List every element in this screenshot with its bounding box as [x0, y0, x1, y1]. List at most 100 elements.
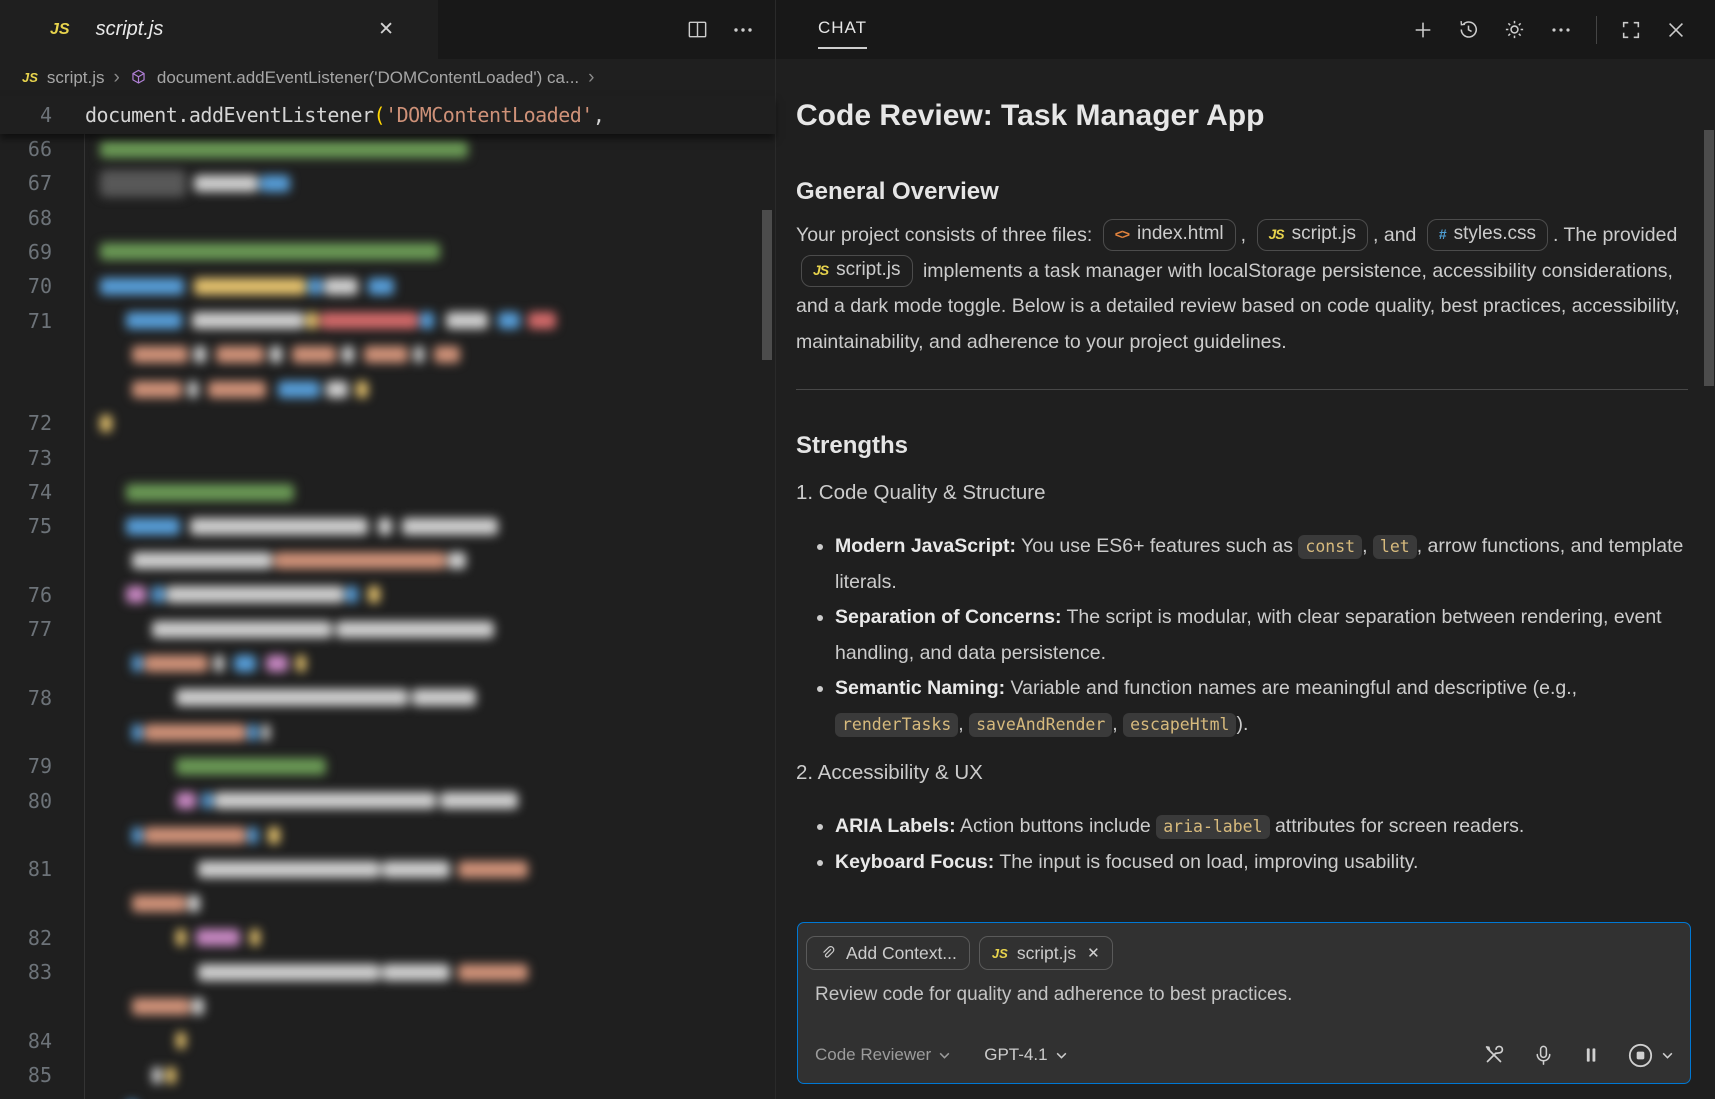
toolbar-divider	[1596, 16, 1597, 44]
inline-code: renderTasks	[835, 713, 958, 737]
md-list: Modern JavaScript: You use ES6+ features…	[796, 529, 1688, 742]
new-chat-icon[interactable]	[1412, 19, 1434, 41]
code-line	[0, 818, 775, 852]
add-context-button[interactable]: Add Context...	[806, 936, 970, 970]
gear-icon[interactable]	[1503, 18, 1526, 41]
close-tab-icon[interactable]: ✕	[378, 18, 394, 41]
js-file-icon: JS	[813, 256, 828, 284]
code-line: 85	[0, 1058, 775, 1092]
code-line: 71	[0, 304, 775, 338]
code-line: 78	[0, 681, 775, 715]
mic-icon[interactable]	[1532, 1044, 1555, 1067]
breadcrumb-file[interactable]: script.js	[47, 68, 105, 88]
code-line: 86	[0, 1092, 775, 1099]
code-line: 82	[0, 921, 775, 955]
md-list-item: Keyboard Focus: The input is focused on …	[835, 845, 1688, 881]
chat-panel-header: CHAT	[776, 0, 1715, 59]
html-file-icon: <>	[1115, 220, 1129, 248]
history-icon[interactable]	[1457, 18, 1480, 41]
code-line: 74	[0, 475, 775, 509]
mode-picker[interactable]: Code Reviewer	[815, 1045, 951, 1065]
file-chip-label: script.js	[1292, 220, 1356, 248]
sticky-scroll-line[interactable]: 4 document.addEventListener('DOMContentL…	[0, 96, 775, 134]
code-line: 76	[0, 578, 775, 612]
js-file-icon: JS	[50, 21, 70, 39]
code-line	[0, 990, 775, 1024]
breadcrumb: JS script.js › document.addEventListener…	[0, 59, 775, 96]
chat-input-text[interactable]: Review code for quality and adherence to…	[815, 984, 1292, 1006]
more-icon[interactable]	[1549, 18, 1573, 42]
code-line	[0, 887, 775, 921]
code-line: 73	[0, 441, 775, 475]
stop-button[interactable]	[1627, 1042, 1674, 1069]
md-heading: Code Review: Task Manager App	[796, 96, 1688, 136]
file-chip-script.js[interactable]: JS script.js	[801, 255, 913, 287]
code-line: 75	[0, 509, 775, 543]
chevron-down-icon	[938, 1049, 951, 1062]
stop-icon	[1627, 1042, 1654, 1069]
file-chip-label: index.html	[1137, 220, 1224, 248]
inline-code: escapeHtml	[1123, 713, 1236, 737]
close-panel-icon[interactable]	[1665, 19, 1687, 41]
model-picker[interactable]: GPT-4.1	[984, 1045, 1067, 1065]
code-line: 72	[0, 406, 775, 440]
context-row: Add Context... JS script.js ✕	[806, 936, 1113, 970]
sticky-code: document.addEventListener('DOMContentLoa…	[85, 103, 604, 127]
pause-icon[interactable]	[1581, 1045, 1601, 1065]
tab-chat[interactable]: CHAT	[818, 18, 867, 49]
css-file-icon: #	[1439, 220, 1446, 248]
code-line: 77	[0, 612, 775, 646]
file-chip-index.html[interactable]: <> index.html	[1103, 219, 1236, 251]
js-file-icon: JS	[992, 946, 1008, 961]
bold-text: Modern JavaScript:	[835, 535, 1016, 557]
js-file-icon: JS	[22, 70, 38, 85]
tools-icon[interactable]	[1482, 1043, 1506, 1067]
chat-input-box[interactable]: Add Context... JS script.js ✕ Review cod…	[797, 922, 1691, 1084]
code-line: 79	[0, 749, 775, 783]
bold-text: Separation of Concerns:	[835, 606, 1061, 628]
md-heading: General Overview	[796, 176, 1688, 208]
file-chip-label: script.js	[836, 256, 900, 284]
code-line: 69	[0, 235, 775, 269]
code-line: 81	[0, 852, 775, 886]
model-label: GPT-4.1	[984, 1045, 1047, 1065]
tab-script-js[interactable]: JS script.js ✕	[0, 0, 438, 59]
split-editor-icon[interactable]	[686, 18, 709, 41]
sticky-line-number: 4	[0, 103, 52, 127]
code-line: 84	[0, 1024, 775, 1058]
input-bottom-bar: Code Reviewer GPT-4.1	[815, 1040, 1674, 1070]
maximize-panel-icon[interactable]	[1620, 19, 1642, 41]
inline-code: const	[1298, 535, 1362, 559]
remove-attachment-icon[interactable]: ✕	[1087, 944, 1100, 962]
md-list-item: Modern JavaScript: You use ES6+ features…	[835, 529, 1688, 600]
breadcrumb-separator-icon: ›	[114, 69, 120, 86]
more-actions-icon[interactable]	[731, 18, 755, 42]
symbol-cube-icon	[129, 68, 148, 87]
input-action-icons	[1482, 1042, 1674, 1069]
attached-file-label: script.js	[1017, 943, 1076, 964]
chat-panel: CHAT Code Review: Task Manager AppGener	[775, 0, 1715, 1099]
code-line	[0, 372, 775, 406]
file-chip-styles.css[interactable]: #styles.css	[1427, 219, 1548, 251]
bold-text: Semantic Naming:	[835, 677, 1005, 699]
editor-scrollbar[interactable]	[762, 210, 772, 360]
chevron-right-icon: ›	[588, 69, 594, 86]
md-heading: Strengths	[796, 430, 1688, 462]
chat-scrollbar[interactable]	[1704, 130, 1714, 386]
inline-code: saveAndRender	[969, 713, 1112, 737]
code-editor[interactable]: 6667686970717273747576777879808182838485…	[0, 134, 775, 1099]
code-line: 70	[0, 269, 775, 303]
code-line: 66	[0, 134, 775, 166]
code-line	[0, 338, 775, 372]
md-list-item: ARIA Labels: Action buttons include aria…	[835, 809, 1688, 845]
vscode-window: { "colors": { "accent": "#0078d4", "pane…	[0, 0, 1715, 1099]
bold-text: Keyboard Focus:	[835, 851, 994, 873]
code-line: 67	[0, 166, 775, 200]
md-heading: 1. Code Quality & Structure	[796, 479, 1688, 507]
file-chip-script.js[interactable]: JSscript.js	[1257, 219, 1369, 251]
editor-pane: JS script.js ✕ JS script.js › document.a…	[0, 0, 775, 1099]
attached-file-chip[interactable]: JS script.js ✕	[979, 936, 1113, 970]
chevron-down-icon	[1055, 1049, 1068, 1062]
inline-code: aria-label	[1156, 815, 1269, 839]
breadcrumb-symbol[interactable]: document.addEventListener('DOMContentLoa…	[157, 68, 579, 88]
